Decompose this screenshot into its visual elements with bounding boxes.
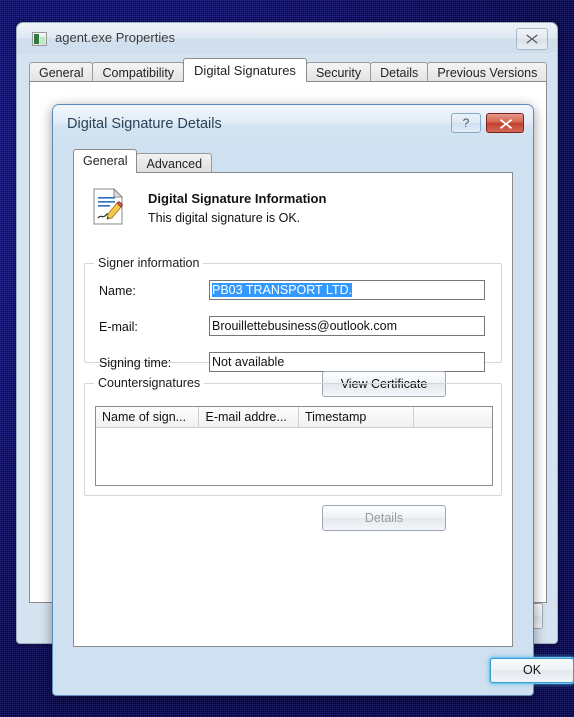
close-icon[interactable] [516,28,548,50]
email-label: E-mail: [99,320,138,334]
signing-time-field-value: Not available [212,355,285,369]
dialog-tab-strip: General Advanced [73,149,213,173]
tab-security[interactable]: Security [305,62,372,82]
name-field-value: PB03 TRANSPORT LTD. [212,283,353,297]
tab-previous-versions[interactable]: Previous Versions [427,62,548,82]
signing-time-label: Signing time: [99,356,172,370]
countersignatures-header-row: Name of sign... E-mail addre... Timestam… [96,407,492,428]
name-label: Name: [99,284,136,298]
help-icon[interactable]: ? [451,113,481,133]
countersignatures-table[interactable]: Name of sign... E-mail addre... Timestam… [95,406,493,486]
column-header-timestamp[interactable]: Timestamp [298,407,415,428]
signature-document-icon [92,187,124,226]
tab-general[interactable]: General [73,149,138,173]
column-header-blank[interactable] [414,407,492,428]
countersignatures-group: Countersignatures Name of sign... E-mail… [84,376,502,496]
name-field[interactable]: PB03 TRANSPORT LTD. [209,280,485,300]
tab-advanced[interactable]: Advanced [136,153,213,173]
digital-signature-details-dialog: Digital Signature Details ? General Adva… [52,104,574,696]
properties-title-bar[interactable]: agent.exe Properties [17,23,557,53]
properties-window-title: agent.exe Properties [55,30,175,45]
general-tab-panel: Digital Signature Information This digit… [73,172,513,647]
signature-status-text: This digital signature is OK. [148,211,301,225]
close-x-glyph [500,119,512,129]
dialog-title-bar[interactable]: Digital Signature Details ? [53,105,533,143]
details-button[interactable]: Details [322,505,446,531]
countersignatures-legend: Countersignatures [94,376,205,390]
close-icon[interactable] [486,113,524,133]
column-header-email[interactable]: E-mail addre... [199,407,299,428]
signer-information-legend: Signer information [94,256,204,270]
signing-time-field[interactable]: Not available [209,352,485,372]
tab-digital-signatures[interactable]: Digital Signatures [183,58,307,82]
email-field-value: Brouillettebusiness@outlook.com [212,319,398,333]
signer-information-group: Signer information Name: PB03 TRANSPORT … [84,256,502,372]
properties-tab-strip: General Compatibility Digital Signatures… [29,58,548,82]
tab-general[interactable]: General [29,62,94,82]
application-icon [32,32,47,46]
close-x-glyph [525,33,539,45]
ok-button[interactable]: OK [490,658,574,683]
tab-details[interactable]: Details [370,62,429,82]
dialog-title: Digital Signature Details [67,116,222,132]
tab-compatibility[interactable]: Compatibility [92,62,185,82]
email-field[interactable]: Brouillettebusiness@outlook.com [209,316,485,336]
column-header-name[interactable]: Name of sign... [96,407,200,428]
signature-info-heading: Digital Signature Information [148,191,327,206]
